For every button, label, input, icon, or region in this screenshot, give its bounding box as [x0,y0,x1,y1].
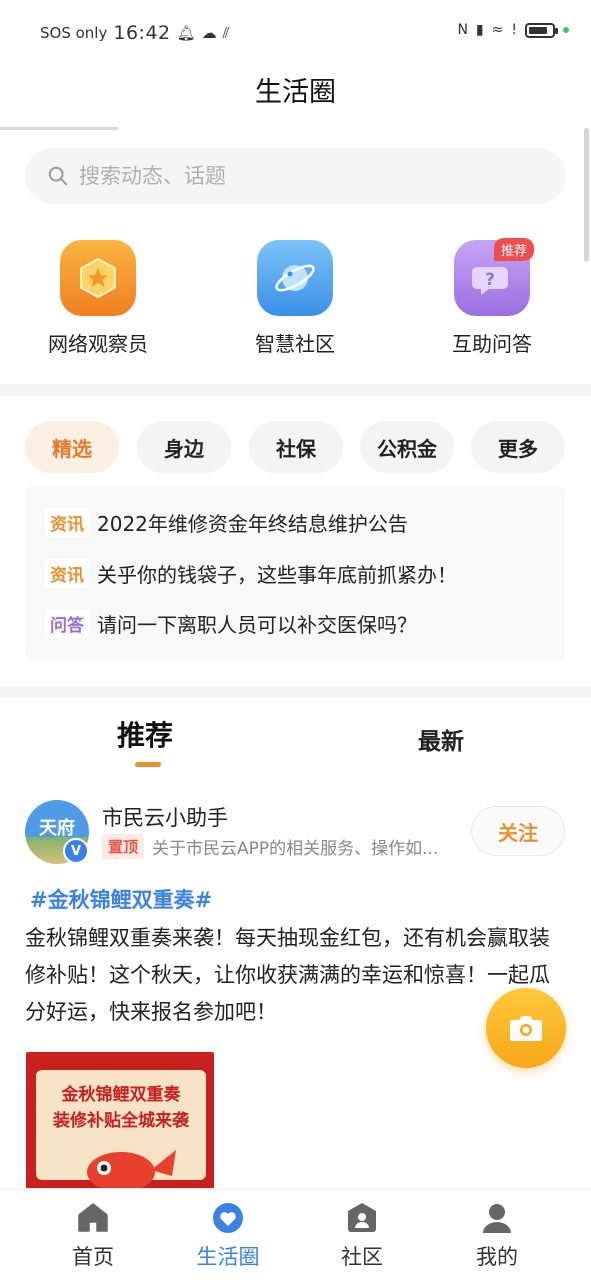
search-icon [48,166,68,186]
question-bubble-icon: ? 推荐 [454,238,534,316]
quick-entry-smart-community[interactable]: 智慧社区 [220,240,370,357]
chip-housing-fund[interactable]: 公积金 [360,421,454,473]
post-header: 天府 V 市民云小助手 置顶 关于市民云APP的相关服务、操作如... 关注 [25,800,565,864]
bell-icon: 🔔︎ [176,24,196,42]
news-title: 2022年维修资金年终结息维护公告 [97,512,408,536]
tab-recommend[interactable]: 推荐 [117,714,173,754]
carrier-label: SOS only [40,24,108,42]
nav-label: 我的 [476,1245,518,1269]
post-image-subtitle: 装修补贴全城来袭 [53,1111,189,1131]
chip-more[interactable]: 更多 [471,421,565,473]
home-icon [78,1203,108,1232]
pinned-text: 关于市民云APP的相关服务、操作如... [152,839,439,859]
post-hashtag[interactable]: #金秋锦鲤双重奏# [30,884,212,914]
chip-featured[interactable]: 精选 [25,421,119,473]
camera-button[interactable] [486,988,566,1068]
link-icon: ⫽ [222,24,230,42]
svg-text:?: ? [485,270,495,290]
search-input[interactable] [79,164,519,188]
nav-community[interactable]: 社区 [302,1189,422,1280]
camera-icon [510,1016,542,1041]
quick-entry-label: 网络观察员 [48,332,148,356]
news-item[interactable]: 资讯 2022年维修资金年终结息维护公告 [45,508,408,537]
nav-mine[interactable]: 我的 [437,1189,557,1280]
pinned-notice[interactable]: 置顶 关于市民云APP的相关服务、操作如... [102,834,438,859]
post-image[interactable]: 金秋锦鲤双重奏 装修补贴全城来袭 [26,1052,214,1192]
news-list: 资讯 2022年维修资金年终结息维护公告 资讯 关乎你的钱袋子，这些事年底前抓紧… [25,486,565,661]
section-divider [0,686,591,698]
koi-fish-icon [87,1150,176,1192]
news-tag: 资讯 [45,508,89,537]
bottom-nav: 首页 生活圈 社区 我的 [0,1188,591,1280]
alert-icon: ! [511,22,517,38]
nav-life-circle[interactable]: 生活圈 [168,1189,288,1280]
planet-icon [257,240,333,316]
hexagon-star-icon [60,240,136,316]
person-icon [483,1204,511,1233]
nav-label: 首页 [72,1245,114,1269]
cloud-icon: ☁ [201,24,217,42]
nav-label: 社区 [341,1245,383,1269]
quick-entry-label: 智慧社区 [255,332,335,356]
status-time: 16:42 [113,22,171,44]
post-body: 金秋锦鲤双重奏来袭！每天抽现金红包，还有机会赢取装修补贴！这个秋天，让你收获满满… [25,926,550,1024]
tab-latest[interactable]: 最新 [418,722,464,756]
news-title: 关乎你的钱袋子，这些事年底前抓紧办！ [97,563,457,587]
follow-button[interactable]: 关注 [471,806,565,856]
tab-indicator [135,762,161,767]
category-chips: 精选 身边 社保 公积金 更多 [25,421,570,473]
quick-entry-label: 互助问答 [452,332,532,356]
news-tag: 资讯 [45,559,89,588]
news-title: 请问一下离职人员可以补交医保吗？ [97,613,417,637]
nav-label: 生活圈 [196,1245,260,1269]
quick-entry-qa[interactable]: ? 推荐 互助问答 [417,238,567,357]
privacy-indicator-icon [563,27,569,33]
post-image-title: 金秋锦鲤双重奏 [61,1085,181,1105]
recommend-badge: 推荐 [493,238,534,261]
news-tag: 问答 [45,609,89,638]
chip-nearby[interactable]: 身边 [137,421,231,473]
section-divider [0,384,591,396]
wifi-icon: ≈ [491,22,504,38]
status-bar: SOS only 16:42 🔔︎ ☁ ⫽ N ▮ ≈ ! [0,0,591,64]
post-image-card: 金秋锦鲤双重奏 装修补贴全城来袭 [36,1070,206,1192]
pinned-tag: 置顶 [102,834,145,859]
page-header: 生活圈 [0,64,591,128]
verified-badge-icon: V [63,838,89,864]
page-title: 生活圈 [255,77,336,108]
battery-icon [525,22,558,38]
feed-tabs: 推荐 最新 [0,700,591,780]
header-divider [0,127,118,130]
community-icon [348,1203,376,1232]
heart-icon [213,1203,243,1233]
vibrate-icon: ▮ [475,22,484,38]
news-item[interactable]: 资讯 关乎你的钱袋子，这些事年底前抓紧办！ [45,559,457,588]
news-item[interactable]: 问答 请问一下离职人员可以补交医保吗？ [45,609,417,638]
nav-home[interactable]: 首页 [33,1189,153,1280]
post-author[interactable]: 市民云小助手 [102,802,228,832]
battery-fill [529,26,547,34]
quick-entry-observer[interactable]: 网络观察员 [23,240,173,357]
chip-social-security[interactable]: 社保 [249,421,343,473]
search-bar[interactable] [25,148,566,204]
quick-entries: 网络观察员 智慧社区 ? 推荐 互助问答 [0,238,591,370]
avatar-text: 天府 [39,818,75,839]
nfc-icon: N [457,22,468,38]
